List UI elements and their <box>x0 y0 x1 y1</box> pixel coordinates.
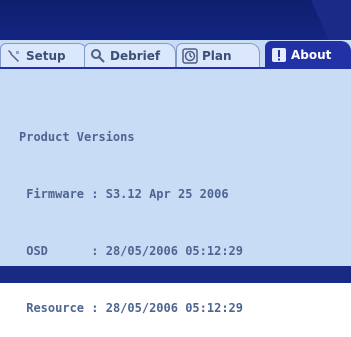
product-versions-panel: Product Versions Firmware : S3.12 Apr 25… <box>19 90 243 337</box>
wrench-icon <box>6 48 22 64</box>
tab-debrief[interactable]: Debrief <box>84 43 176 68</box>
row-separator: : <box>84 301 106 315</box>
info-icon <box>271 47 287 63</box>
row-label: Resource <box>26 301 85 315</box>
tab-plan[interactable]: Plan <box>176 43 260 68</box>
magnifier-icon <box>90 48 106 64</box>
row-label: Firmware <box>26 187 85 201</box>
tab-bar: Setup Debrief Plan About <box>0 40 351 68</box>
tab-label: About <box>291 48 332 62</box>
row-value: 28/05/2006 05:12:29 <box>105 244 243 258</box>
version-row-firmware: Firmware : S3.12 Apr 25 2006 <box>19 185 243 204</box>
tab-setup[interactable]: Setup <box>0 43 88 68</box>
tab-underline <box>0 67 351 69</box>
product-versions-heading: Product Versions <box>19 130 135 144</box>
row-label: OSD <box>26 244 48 258</box>
tab-label: Setup <box>26 49 66 63</box>
version-row-osd: OSD : 28/05/2006 05:12:29 <box>19 242 243 261</box>
clock-icon <box>182 48 198 64</box>
row-value: 28/05/2006 05:12:29 <box>105 301 243 315</box>
device-bezel-top <box>0 0 351 40</box>
row-separator: : <box>84 187 106 201</box>
bottom-status-bar <box>0 266 351 283</box>
row-separator: : <box>47 244 106 258</box>
row-value: S3.12 Apr 25 2006 <box>105 187 229 201</box>
tab-about[interactable]: About <box>265 41 351 68</box>
tab-label: Debrief <box>110 49 161 63</box>
tab-label: Plan <box>202 49 232 63</box>
version-row-resource: Resource : 28/05/2006 05:12:29 <box>19 299 243 318</box>
